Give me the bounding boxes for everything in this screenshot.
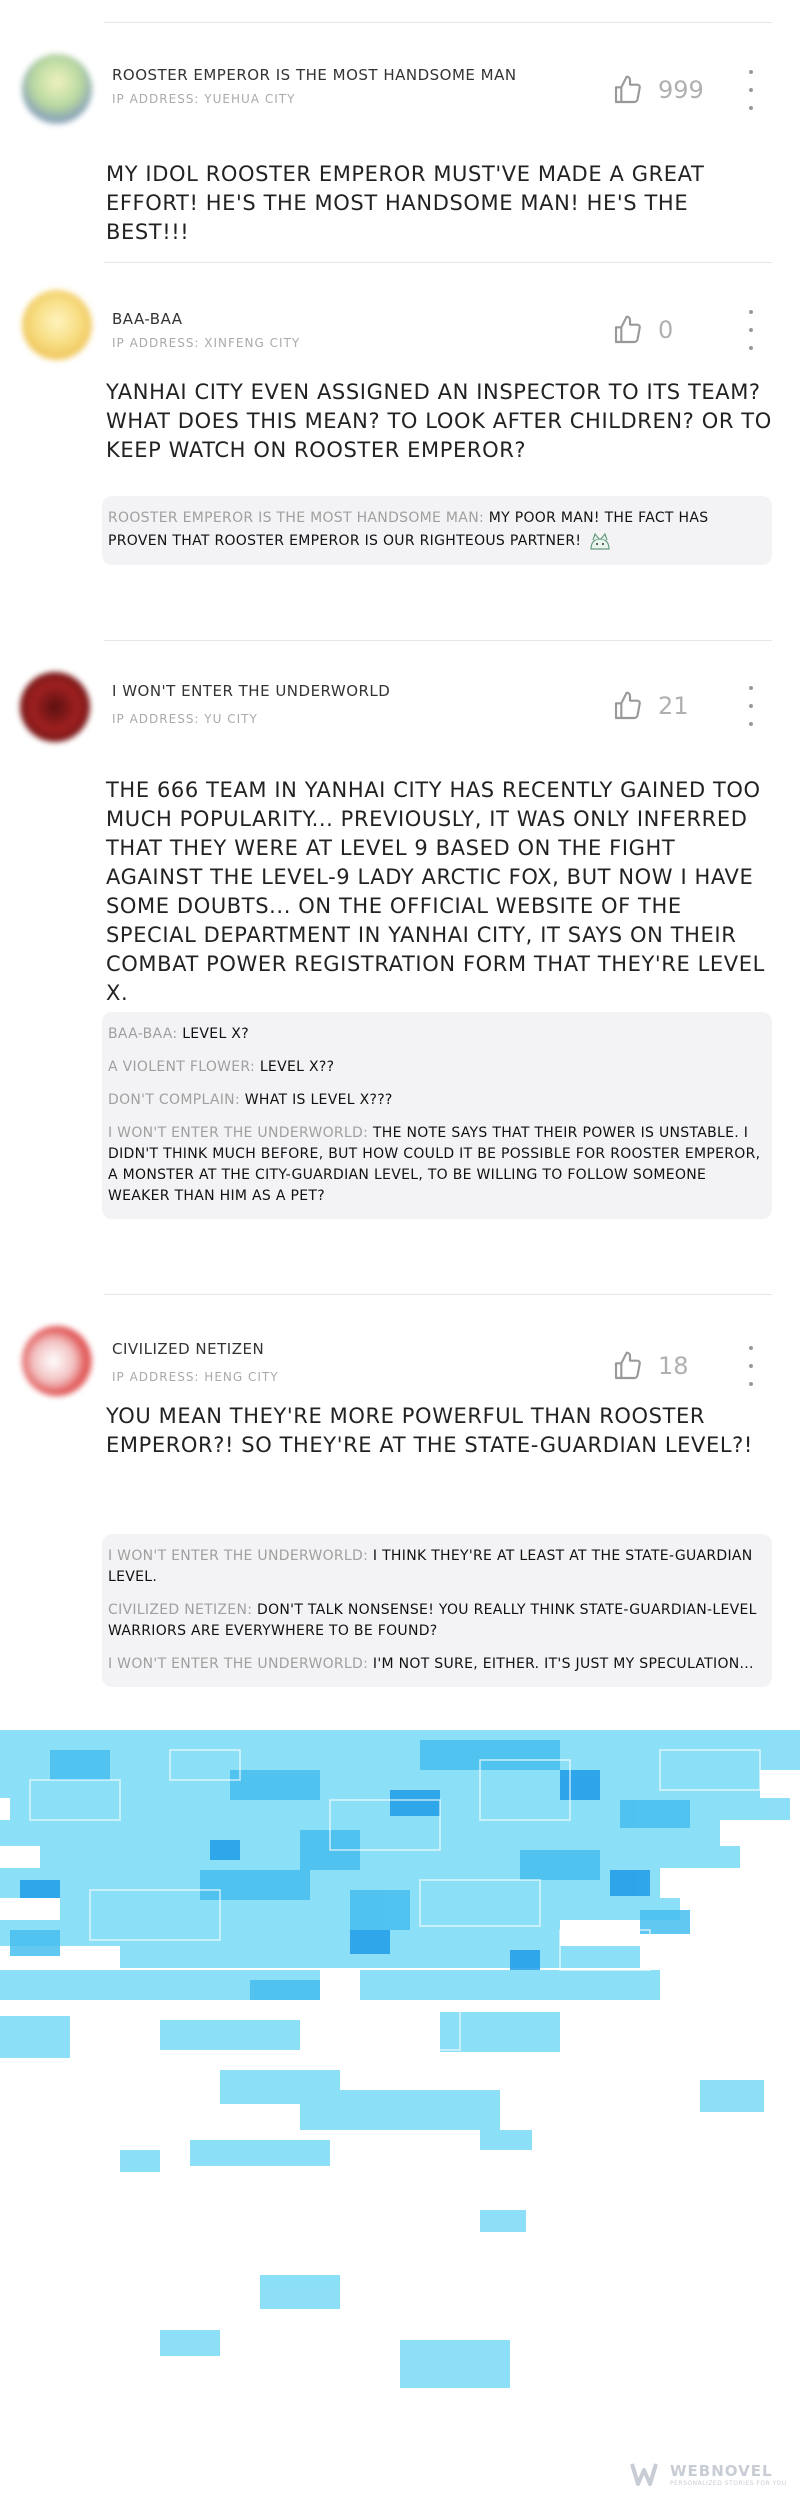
reply-item[interactable]: A VIOLENT FLOWER: LEVEL X?? (108, 1057, 766, 1078)
like-count: 999 (658, 76, 704, 104)
more-options-button[interactable] (745, 310, 757, 350)
avatar[interactable] (20, 672, 90, 742)
reply-thread: I WON'T ENTER THE UNDERWORLD: I THINK TH… (102, 1534, 772, 1687)
reply-username[interactable]: I WON'T ENTER THE UNDERWORLD: (108, 1656, 368, 1672)
reply-item[interactable]: BAA-BAA: LEVEL X? (108, 1024, 766, 1045)
reply-username[interactable]: BAA-BAA: (108, 1026, 177, 1042)
reply-thread: BAA-BAA: LEVEL X? A VIOLENT FLOWER: LEVE… (102, 1012, 772, 1219)
thumbs-up-icon (614, 1351, 641, 1380)
comment-body: YANHAI CITY EVEN ASSIGNED AN INSPECTOR T… (106, 380, 772, 462)
more-vertical-icon (749, 310, 753, 314)
webnovel-logo: WEBNOVEL PERSONALIZED STORIES FOR YOU (630, 2460, 787, 2488)
more-vertical-icon (749, 1346, 753, 1350)
more-options-button[interactable] (745, 70, 757, 110)
reply-username[interactable]: I WON'T ENTER THE UNDERWORLD: (108, 1125, 368, 1141)
reply-username[interactable]: A VIOLENT FLOWER: (108, 1059, 255, 1075)
comment-ip-address: IP ADDRESS: YUEHUA CITY (112, 92, 296, 106)
reply-item[interactable]: DON'T COMPLAIN: WHAT IS LEVEL X??? (108, 1090, 766, 1111)
more-vertical-icon (749, 70, 753, 74)
reply-username[interactable]: CIVILIZED NETIZEN: (108, 1602, 252, 1618)
reply-text: LEVEL X? (182, 1026, 249, 1042)
comment-body: YOU MEAN THEY'RE MORE POWERFUL THAN ROOS… (106, 1404, 753, 1457)
reply-text: WHAT IS LEVEL X??? (244, 1092, 393, 1108)
like-button[interactable]: 21 (612, 686, 722, 726)
brand-tagline: PERSONALIZED STORIES FOR YOU (670, 2479, 787, 2487)
reply-item[interactable]: I WON'T ENTER THE UNDERWORLD: THE NOTE S… (108, 1123, 766, 1207)
thumbs-up-icon (614, 315, 641, 344)
divider (104, 22, 772, 23)
reply-item[interactable]: CIVILIZED NETIZEN: DON'T TALK NONSENSE! … (108, 1600, 766, 1642)
reply-username[interactable]: DON'T COMPLAIN: (108, 1092, 240, 1108)
comment-username[interactable]: BAA-BAA (112, 310, 183, 328)
like-count: 18 (658, 1352, 689, 1380)
divider (104, 640, 772, 641)
comment-ip-address: IP ADDRESS: YU CITY (112, 712, 258, 726)
comment-body: THE 666 TEAM IN YANHAI CITY HAS RECENTLY… (106, 778, 765, 1005)
thumbs-up-icon (614, 75, 641, 104)
comment-username[interactable]: ROOSTER EMPEROR IS THE MOST HANDSOME MAN (112, 66, 517, 84)
comment-body: MY IDOL ROOSTER EMPEROR MUST'VE MADE A G… (106, 162, 705, 244)
like-button[interactable]: 999 (612, 70, 722, 110)
reply-item[interactable]: I WON'T ENTER THE UNDERWORLD: I THINK TH… (108, 1546, 766, 1588)
reply-item[interactable]: ROOSTER EMPEROR IS THE MOST HANDSOME MAN… (108, 508, 766, 553)
avatar[interactable] (22, 1326, 92, 1396)
avatar[interactable] (22, 54, 92, 124)
brand-name: WEBNOVEL (670, 2461, 773, 2480)
more-vertical-icon (749, 686, 753, 690)
comment-ip-address: IP ADDRESS: HENG CITY (112, 1370, 279, 1384)
more-options-button[interactable] (745, 1346, 757, 1386)
comment-ip-address: IP ADDRESS: XINFENG CITY (112, 336, 301, 350)
webnovel-logo-icon (630, 2463, 658, 2486)
divider (104, 1294, 772, 1295)
like-count: 0 (658, 316, 674, 344)
thumbs-up-icon (614, 691, 641, 720)
reply-text: I'M NOT SURE, EITHER. IT'S JUST MY SPECU… (372, 1656, 754, 1672)
like-button[interactable]: 18 (612, 1346, 722, 1386)
comment-username[interactable]: I WON'T ENTER THE UNDERWORLD (112, 682, 390, 700)
more-options-button[interactable] (745, 686, 757, 726)
reply-text: LEVEL X?? (259, 1059, 335, 1075)
reply-username[interactable]: I WON'T ENTER THE UNDERWORLD: (108, 1548, 368, 1564)
like-button[interactable]: 0 (612, 310, 722, 350)
reply-username[interactable]: ROOSTER EMPEROR IS THE MOST HANDSOME MAN… (108, 510, 484, 526)
reply-thread: ROOSTER EMPEROR IS THE MOST HANDSOME MAN… (102, 496, 772, 565)
glitch-mosaic-overlay (0, 1730, 800, 2388)
comment-username[interactable]: CIVILIZED NETIZEN (112, 1340, 264, 1358)
cat-emoji-icon (590, 532, 610, 550)
divider (104, 262, 772, 263)
reply-item[interactable]: I WON'T ENTER THE UNDERWORLD: I'M NOT SU… (108, 1654, 766, 1675)
like-count: 21 (658, 692, 689, 720)
avatar[interactable] (22, 290, 92, 360)
